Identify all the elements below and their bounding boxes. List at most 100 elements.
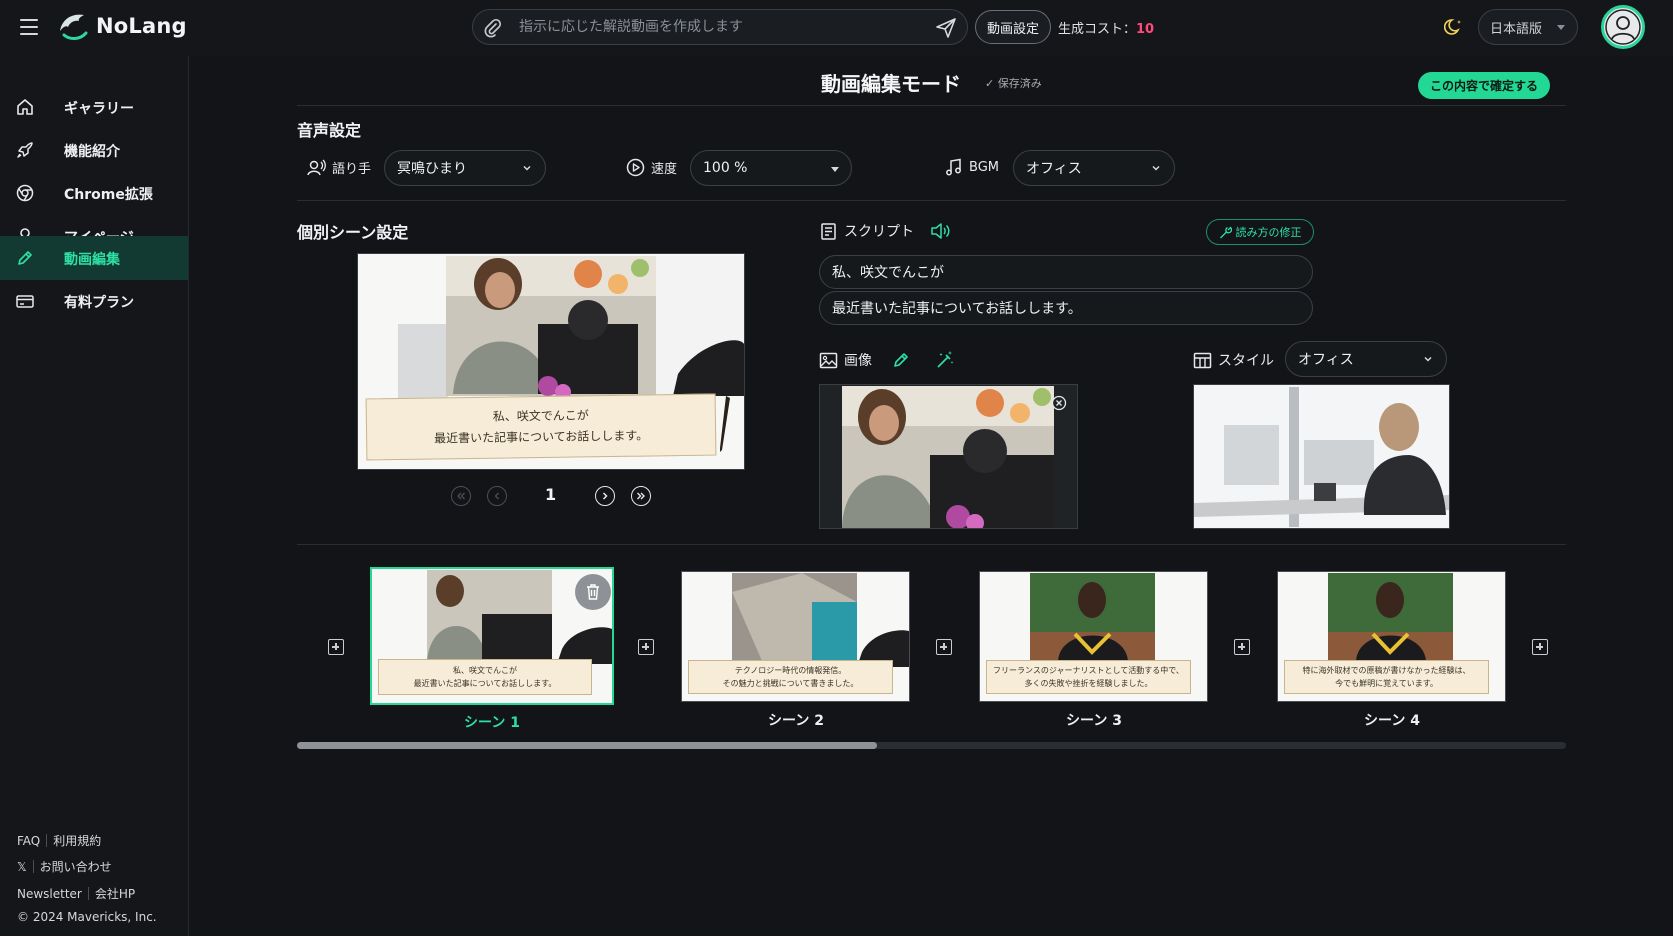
speed-value: 100 % [703,160,748,176]
thumbnail-caption-line-1: テクノロジー時代の情報発信。 [734,666,847,675]
first-page-button[interactable] [451,486,471,506]
prev-page-button[interactable] [487,486,507,506]
chevron-down-icon [1557,25,1565,30]
top-bar: NoLang 動画設定 生成コスト：10 日本語版 [0,0,1673,56]
divider [297,544,1566,545]
user-avatar[interactable] [1601,5,1645,49]
page-number: 1 [545,485,557,504]
thumbnail-caption-line-1: 特に海外取材での原稿が書けなかった経験は、 [1302,666,1471,675]
bgm-label-text: BGM [969,159,999,175]
speaker-volume-icon[interactable] [930,222,952,240]
sidebar-item-features[interactable]: 機能紹介 [0,128,188,172]
terms-link[interactable]: 利用規約 [53,834,101,848]
add-scene-button[interactable] [1532,639,1548,655]
footer-row-2: 𝕏 お問い合わせ [17,858,112,875]
image-label: 画像 [819,350,872,370]
generation-cost: 生成コスト：10 [1058,18,1154,37]
bgm-select[interactable]: オフィス [1013,150,1175,186]
speed-select[interactable]: 100 % [690,150,852,186]
reading-fix-button[interactable]: 読み方の修正 [1206,219,1314,245]
play-circle-icon [626,158,645,177]
delete-scene-button[interactable] [575,574,611,610]
x-link[interactable]: 𝕏 [17,860,27,874]
faq-link[interactable]: FAQ [17,834,40,848]
magic-wand-icon[interactable] [935,350,955,369]
footer-row-3: Newsletter 会社HP [17,885,135,902]
add-scene-button[interactable] [328,639,344,655]
caption-line-2: 最近書いた記事についてお話しします。 [434,428,649,446]
language-select[interactable]: 日本語版 [1478,9,1578,45]
trash-icon [587,584,599,600]
add-scene-button[interactable] [936,639,952,655]
style-value: オフィス [1298,352,1354,368]
bgm-label: BGM [945,158,999,176]
newsletter-link[interactable]: Newsletter [17,887,82,901]
layout-icon [1193,352,1212,368]
contact-link[interactable]: お問い合わせ [40,860,112,874]
home-icon [17,99,33,115]
music-note-icon [946,158,961,176]
timeline-scrollbar-thumb[interactable] [297,742,877,749]
thumbnail-caption-line-1: フリーランスのジャーナリストとして活動する中で、 [993,666,1184,675]
menu-icon[interactable] [20,19,38,35]
cost-value: 10 [1136,22,1155,37]
scene-thumbnail-3[interactable]: フリーランスのジャーナリストとして活動する中で、 多くの失敗や挫折を経験しました… [979,571,1208,702]
chevron-left-icon [494,492,499,500]
company-link[interactable]: 会社HP [95,887,135,901]
script-line-1[interactable]: 私、咲文でんこが [819,255,1313,289]
thumbnail-caption: 特に海外取材での原稿が書けなかった経験は、 今でも鮮明に覚えています。 [1284,660,1489,694]
confirm-button[interactable]: この内容で確定する [1418,72,1550,99]
user-avatar-icon [1605,9,1641,45]
saved-label: 保存済み [997,77,1042,90]
next-page-button[interactable] [595,486,615,506]
divider [297,105,1566,106]
sidebar-item-label: ギャラリー [64,101,134,117]
sidebar-item-chrome[interactable]: Chrome拡張 [0,171,188,215]
sidebar-item-label: 機能紹介 [64,144,120,160]
caret-down-icon [831,167,839,172]
check-icon: ✓ [985,77,998,90]
dark-mode-toggle-icon[interactable] [1444,17,1464,37]
image-icon [819,352,838,368]
narrator-select[interactable]: 冥鳴ひまり [384,150,546,186]
style-preview-photo [1194,385,1449,528]
last-page-button[interactable] [631,486,651,506]
remove-image-icon[interactable] [1051,395,1067,411]
add-scene-button[interactable] [638,639,654,655]
script-label: スクリプト [819,221,952,241]
narrator-label-text: 語り手 [332,162,372,177]
narrator-value: 冥鳴ひまり [397,161,467,177]
copyright: © 2024 Mavericks, Inc. [17,910,157,924]
brand-name: NoLang [96,14,187,38]
sidebar-item-gallery[interactable]: ギャラリー [0,85,188,129]
scene-image-photo [820,385,1077,528]
scene-image[interactable] [819,384,1078,529]
thumbnail-caption-line-1: 私、咲文でんこが [453,666,517,675]
thumbnail-caption-line-2: 多くの失敗や挫折を経験しました。 [1024,679,1153,688]
paperclip-icon[interactable] [483,18,503,38]
thumbnail-caption-line-2: 今でも鮮明に覚えています。 [1335,679,1438,688]
prompt-input[interactable] [519,10,899,44]
video-settings-button[interactable]: 動画設定 [975,10,1051,44]
sidebar-item-video-edit[interactable]: 動画編集 [0,236,188,280]
scene-thumbnail-2[interactable]: テクノロジー時代の情報発信。 その魅力と挑戦について書きました。 [681,571,910,702]
scene-caption: 私、咲文でんこが 最近書いた記事についてお話しします。 [365,393,717,461]
sidebar-item-paid-plan[interactable]: 有料プラン [0,279,188,323]
send-icon[interactable] [935,17,957,39]
divider [87,887,89,900]
script-label-text: スクリプト [844,224,914,240]
chevron-down-icon [523,165,531,171]
style-select[interactable]: オフィス [1285,341,1447,377]
edit-image-icon[interactable] [892,350,911,369]
scene-preview: 私、咲文でんこが 最近書いた記事についてお話しします。 [357,253,745,470]
prompt-bar [472,9,968,45]
add-scene-button[interactable] [1234,639,1250,655]
script-line-2[interactable]: 最近書いた記事についてお話しします。 [819,291,1313,325]
image-label-text: 画像 [844,353,872,369]
thumbnail-caption: テクノロジー時代の情報発信。 その魅力と挑戦について書きました。 [688,660,893,694]
brand-logo[interactable]: NoLang [56,9,187,43]
divider [32,860,34,873]
divider [297,200,1566,201]
scene-thumbnail-4[interactable]: 特に海外取材での原稿が書けなかった経験は、 今でも鮮明に覚えています。 [1277,571,1506,702]
scene-thumbnail-1[interactable]: 私、咲文でんこが 最近書いた記事についてお話しします。 [370,567,614,705]
